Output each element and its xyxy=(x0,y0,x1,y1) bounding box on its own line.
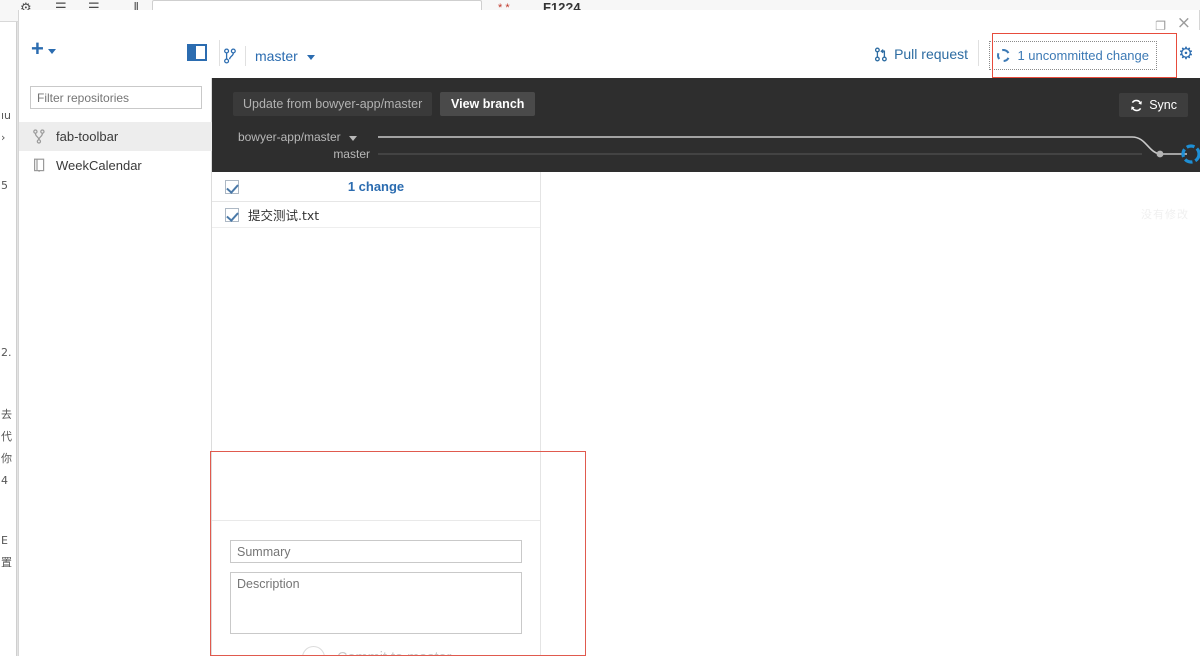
commit-description-input[interactable] xyxy=(230,572,522,634)
gutter-char-9: 置 xyxy=(1,556,12,569)
gutter-char-3: 2. xyxy=(1,346,12,359)
commit-summary-input[interactable] xyxy=(230,540,522,563)
uncommitted-changes-button[interactable]: 1 uncommitted change xyxy=(989,41,1157,70)
file-name-label: 提交测试.txt xyxy=(248,208,320,223)
gutter-char-6: 你 xyxy=(1,452,12,465)
chevron-down-icon xyxy=(47,49,56,54)
app-toolbar: + master Pull request 1 uncommitted chan… xyxy=(19,30,1200,78)
main-panel: Update from bowyer-app/master View branc… xyxy=(212,78,1200,656)
uncommitted-changes-label: 1 uncommitted change xyxy=(1017,48,1149,63)
close-icon[interactable]: × xyxy=(1177,15,1191,32)
pull-request-label: Pull request xyxy=(894,46,968,62)
sidebar-item-label: fab-toolbar xyxy=(56,129,119,144)
sidebar-item-label: WeekCalendar xyxy=(56,158,142,173)
check-circle-icon xyxy=(302,646,325,656)
gutter-char-0: ıu xyxy=(1,109,12,122)
sidebar-item-fab-toolbar[interactable]: fab-toolbar xyxy=(19,122,212,151)
github-desktop-window: ❐ × + master Pull request 1 uncommitted … xyxy=(18,10,1200,656)
toolbar-divider-2 xyxy=(245,46,246,66)
background-left-gutter: ıu › 5 2. 去 代 你 4 E 置 xyxy=(0,22,17,656)
change-count-label: 1 change xyxy=(347,179,405,194)
branch-icon xyxy=(224,48,236,64)
gutter-char-5: 代 xyxy=(1,430,12,443)
commit-form-divider xyxy=(212,520,540,521)
repo-book-icon xyxy=(33,158,47,173)
pull-request-button[interactable]: Pull request xyxy=(875,46,968,62)
gutter-char-4: 去 xyxy=(1,408,12,421)
toolbar-divider-3 xyxy=(978,40,979,66)
pull-request-icon xyxy=(875,47,887,62)
changes-list-divider xyxy=(540,172,541,656)
branch-icon xyxy=(33,129,47,144)
file-row-ghost-text: 没有修改 xyxy=(1141,208,1189,221)
commit-button-label: Commit to master xyxy=(337,650,451,656)
file-checkbox[interactable] xyxy=(225,207,239,222)
gear-icon[interactable]: ⚙ xyxy=(1177,45,1195,63)
screen-root: ⚙ ☰ ☰ ‖ * * F12?4 ıu › 5 2. 去 代 你 4 E 置 … xyxy=(0,0,1200,656)
gutter-char-8: E xyxy=(1,534,8,547)
commit-form: Commit to master xyxy=(212,478,540,656)
gutter-char-7: 4 xyxy=(1,474,8,487)
add-repository-button[interactable]: + xyxy=(31,38,56,60)
changed-file-row[interactable]: 提交测试.txt xyxy=(212,202,540,228)
branch-graph-panel: Update from bowyer-app/master View branc… xyxy=(212,78,1200,172)
toolbar-divider-1 xyxy=(219,40,220,66)
chevron-down-icon xyxy=(306,55,315,60)
branch-selector[interactable]: master xyxy=(224,46,315,66)
gutter-char-1: › xyxy=(1,131,6,144)
uncommitted-circle-icon xyxy=(997,49,1011,62)
plus-icon: + xyxy=(31,36,44,61)
filter-repositories-input[interactable] xyxy=(30,86,202,109)
repository-sidebar: fab-toolbar WeekCalendar xyxy=(19,78,212,656)
commit-graph xyxy=(378,136,1200,164)
sidebar-toggle-icon[interactable] xyxy=(187,44,207,61)
commit-to-master-button[interactable]: Commit to master xyxy=(302,646,451,656)
sidebar-item-weekcalendar[interactable]: WeekCalendar xyxy=(19,151,212,180)
changes-list-header: 1 change xyxy=(212,172,540,202)
gutter-char-2: 5 xyxy=(1,179,8,192)
branch-name-label: master xyxy=(255,48,298,64)
